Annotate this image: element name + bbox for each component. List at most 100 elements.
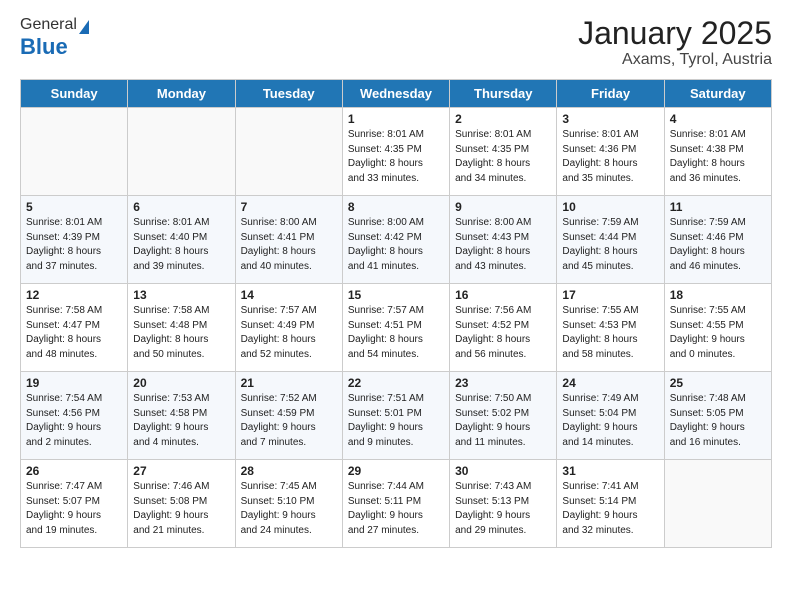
calendar-cell: 31 Sunrise: 7:41 AM Sunset: 5:14 PM Dayli… [557, 460, 664, 548]
logo: General Blue [20, 16, 89, 60]
calendar-cell: 11Sunrise: 7:59 AM Sunset: 4:46 PM Dayli… [664, 196, 771, 284]
day-info: Sunrise: 7:47 AM Sunset: 5:07 PM Dayligh… [26, 480, 122, 538]
day-info: Sunrise: 7:54 AM Sunset: 4:56 PM Dayligh… [26, 392, 122, 450]
calendar-table: SundayMondayTuesdayWednesdayThursdayFrid… [20, 79, 772, 548]
calendar-cell: 5Sunrise: 8:01 AM Sunset: 4:39 PM Daylig… [21, 196, 128, 284]
calendar-week-row: 1 Sunrise: 8:01 AM Sunset: 4:35 PM Daylig… [21, 108, 772, 196]
day-number: 24 [562, 376, 658, 390]
day-info: Sunrise: 7:45 AM Sunset: 5:10 PM Dayligh… [241, 480, 337, 538]
day-info: Sunrise: 8:01 AM Sunset: 4:40 PM Dayligh… [133, 216, 229, 274]
day-info: Sunrise: 7:57 AM Sunset: 4:49 PM Dayligh… [241, 304, 337, 362]
calendar-cell: 14 Sunrise: 7:57 AM Sunset: 4:49 PM Dayli… [235, 284, 342, 372]
day-info: Sunrise: 7:58 AM Sunset: 4:48 PM Dayligh… [133, 304, 229, 362]
calendar-cell: 7 Sunrise: 8:00 AM Sunset: 4:41 PM Daylig… [235, 196, 342, 284]
day-info: Sunrise: 7:51 AM Sunset: 5:01 PM Dayligh… [348, 392, 444, 450]
calendar-cell: 17 Sunrise: 7:55 AM Sunset: 4:53 PM Dayli… [557, 284, 664, 372]
day-info: Sunrise: 7:50 AM Sunset: 5:02 PM Dayligh… [455, 392, 551, 450]
day-info: Sunrise: 8:01 AM Sunset: 4:35 PM Dayligh… [455, 128, 551, 186]
day-info: Sunrise: 7:58 AM Sunset: 4:47 PM Dayligh… [26, 304, 122, 362]
day-info: Sunrise: 7:41 AM Sunset: 5:14 PM Dayligh… [562, 480, 658, 538]
day-number: 14 [241, 288, 337, 302]
day-number: 2 [455, 112, 551, 126]
day-number: 15 [348, 288, 444, 302]
calendar-cell: 8 Sunrise: 8:00 AM Sunset: 4:42 PM Daylig… [342, 196, 449, 284]
calendar-week-row: 19 Sunrise: 7:54 AM Sunset: 4:56 PM Dayli… [21, 372, 772, 460]
day-info: Sunrise: 8:00 AM Sunset: 4:41 PM Dayligh… [241, 216, 337, 274]
calendar-cell: 28 Sunrise: 7:45 AM Sunset: 5:10 PM Dayli… [235, 460, 342, 548]
day-header-friday: Friday [557, 80, 664, 108]
location-subtitle: Axams, Tyrol, Austria [578, 51, 772, 69]
day-number: 13 [133, 288, 229, 302]
calendar-cell: 1 Sunrise: 8:01 AM Sunset: 4:35 PM Daylig… [342, 108, 449, 196]
day-header-tuesday: Tuesday [235, 80, 342, 108]
calendar-week-row: 26Sunrise: 7:47 AM Sunset: 5:07 PM Dayli… [21, 460, 772, 548]
calendar-week-row: 12 Sunrise: 7:58 AM Sunset: 4:47 PM Dayli… [21, 284, 772, 372]
day-info: Sunrise: 8:01 AM Sunset: 4:36 PM Dayligh… [562, 128, 658, 186]
calendar-cell: 26Sunrise: 7:47 AM Sunset: 5:07 PM Dayli… [21, 460, 128, 548]
day-info: Sunrise: 7:48 AM Sunset: 5:05 PM Dayligh… [670, 392, 766, 450]
day-number: 22 [348, 376, 444, 390]
day-header-wednesday: Wednesday [342, 80, 449, 108]
day-header-sunday: Sunday [21, 80, 128, 108]
calendar-cell [128, 108, 235, 196]
day-number: 23 [455, 376, 551, 390]
calendar-cell: 30Sunrise: 7:43 AM Sunset: 5:13 PM Dayli… [450, 460, 557, 548]
calendar-cell: 13 Sunrise: 7:58 AM Sunset: 4:48 PM Dayli… [128, 284, 235, 372]
day-number: 21 [241, 376, 337, 390]
day-number: 17 [562, 288, 658, 302]
day-info: Sunrise: 8:01 AM Sunset: 4:38 PM Dayligh… [670, 128, 766, 186]
day-number: 29 [348, 464, 444, 478]
day-number: 7 [241, 200, 337, 214]
calendar-cell: 4Sunrise: 8:01 AM Sunset: 4:38 PM Daylig… [664, 108, 771, 196]
calendar-cell: 20 Sunrise: 7:53 AM Sunset: 4:58 PM Dayli… [128, 372, 235, 460]
calendar-week-row: 5Sunrise: 8:01 AM Sunset: 4:39 PM Daylig… [21, 196, 772, 284]
day-info: Sunrise: 8:01 AM Sunset: 4:39 PM Dayligh… [26, 216, 122, 274]
calendar-cell: 22 Sunrise: 7:51 AM Sunset: 5:01 PM Dayli… [342, 372, 449, 460]
calendar-cell: 6Sunrise: 8:01 AM Sunset: 4:40 PM Daylig… [128, 196, 235, 284]
day-number: 31 [562, 464, 658, 478]
day-info: Sunrise: 7:56 AM Sunset: 4:52 PM Dayligh… [455, 304, 551, 362]
day-number: 18 [670, 288, 766, 302]
day-number: 27 [133, 464, 229, 478]
logo-blue-text: Blue [20, 34, 68, 60]
page: General Blue January 2025 Axams, Tyrol, … [0, 0, 792, 564]
day-number: 9 [455, 200, 551, 214]
logo-triangle-icon [79, 20, 89, 34]
day-info: Sunrise: 7:49 AM Sunset: 5:04 PM Dayligh… [562, 392, 658, 450]
calendar-cell: 27 Sunrise: 7:46 AM Sunset: 5:08 PM Dayli… [128, 460, 235, 548]
calendar-cell: 9 Sunrise: 8:00 AM Sunset: 4:43 PM Daylig… [450, 196, 557, 284]
day-info: Sunrise: 7:55 AM Sunset: 4:53 PM Dayligh… [562, 304, 658, 362]
calendar-cell: 25Sunrise: 7:48 AM Sunset: 5:05 PM Dayli… [664, 372, 771, 460]
day-info: Sunrise: 8:00 AM Sunset: 4:43 PM Dayligh… [455, 216, 551, 274]
day-number: 28 [241, 464, 337, 478]
calendar-cell [235, 108, 342, 196]
logo-general-text: General [20, 16, 77, 34]
calendar-header-row: SundayMondayTuesdayWednesdayThursdayFrid… [21, 80, 772, 108]
day-info: Sunrise: 7:44 AM Sunset: 5:11 PM Dayligh… [348, 480, 444, 538]
day-header-thursday: Thursday [450, 80, 557, 108]
title-block: January 2025 Axams, Tyrol, Austria [578, 16, 772, 69]
calendar-cell: 10Sunrise: 7:59 AM Sunset: 4:44 PM Dayli… [557, 196, 664, 284]
calendar-cell: 2 Sunrise: 8:01 AM Sunset: 4:35 PM Daylig… [450, 108, 557, 196]
calendar-cell [21, 108, 128, 196]
day-info: Sunrise: 8:00 AM Sunset: 4:42 PM Dayligh… [348, 216, 444, 274]
day-number: 1 [348, 112, 444, 126]
calendar-cell: 21Sunrise: 7:52 AM Sunset: 4:59 PM Dayli… [235, 372, 342, 460]
day-info: Sunrise: 7:57 AM Sunset: 4:51 PM Dayligh… [348, 304, 444, 362]
day-number: 19 [26, 376, 122, 390]
day-number: 20 [133, 376, 229, 390]
month-year-title: January 2025 [578, 16, 772, 51]
day-number: 3 [562, 112, 658, 126]
calendar-cell: 16 Sunrise: 7:56 AM Sunset: 4:52 PM Dayli… [450, 284, 557, 372]
day-info: Sunrise: 8:01 AM Sunset: 4:35 PM Dayligh… [348, 128, 444, 186]
day-number: 16 [455, 288, 551, 302]
day-number: 8 [348, 200, 444, 214]
day-number: 12 [26, 288, 122, 302]
day-number: 11 [670, 200, 766, 214]
day-info: Sunrise: 7:46 AM Sunset: 5:08 PM Dayligh… [133, 480, 229, 538]
calendar-cell: 24 Sunrise: 7:49 AM Sunset: 5:04 PM Dayli… [557, 372, 664, 460]
day-info: Sunrise: 7:53 AM Sunset: 4:58 PM Dayligh… [133, 392, 229, 450]
day-number: 30 [455, 464, 551, 478]
calendar-cell: 19 Sunrise: 7:54 AM Sunset: 4:56 PM Dayli… [21, 372, 128, 460]
calendar-cell: 15 Sunrise: 7:57 AM Sunset: 4:51 PM Dayli… [342, 284, 449, 372]
